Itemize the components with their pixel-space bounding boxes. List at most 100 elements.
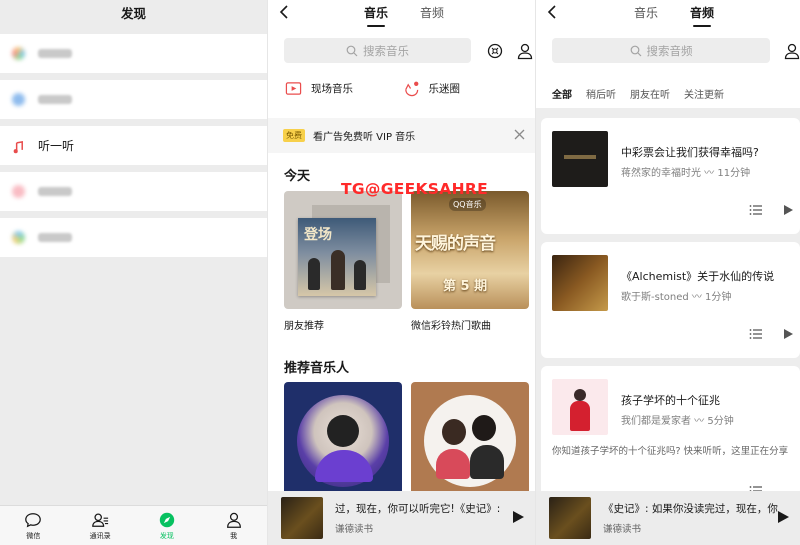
add-to-list-icon[interactable]: [749, 328, 763, 340]
filter-following[interactable]: 关注更新: [684, 86, 724, 101]
figure: [308, 258, 320, 290]
filter-later[interactable]: 稍后听: [586, 86, 616, 101]
discover-item-listen[interactable]: 听一听: [0, 126, 267, 165]
audio-item[interactable]: 中彩票会让我们获得幸福吗? 蒋然家的幸福时光 〰 11分钟: [541, 118, 800, 234]
discover-group-3: 听一听: [0, 126, 267, 165]
quick-links: 现场音乐 乐迷圈: [285, 80, 518, 97]
fan-circle-label: 乐迷圈: [428, 83, 461, 95]
tab-chats[interactable]: 微信: [0, 506, 67, 545]
search-placeholder: 搜索音频: [646, 43, 693, 58]
tab-label: 发现: [159, 531, 174, 540]
tab-me[interactable]: 我: [200, 506, 267, 545]
audio-item[interactable]: 孩子学坏的十个征兆 我们都是爱家者 〰 5分钟 你知道孩子学坏的十个征兆吗? 快…: [541, 366, 800, 496]
artist-avatar: [297, 395, 389, 487]
redacted-label: [38, 49, 72, 58]
artist-outfit: [436, 449, 470, 479]
live-music-label: 现场音乐: [311, 83, 353, 95]
cover-mark: [564, 155, 596, 159]
discover-group-5: [0, 218, 267, 257]
play-icon[interactable]: [782, 328, 794, 340]
audio-item[interactable]: 《Alchemist》关于水仙的传说 歌于斯-stoned 〰 1分钟: [541, 242, 800, 358]
cover-title: 登场: [304, 227, 332, 243]
tab-label: 通讯录: [89, 531, 111, 540]
add-to-list-icon[interactable]: [749, 204, 763, 216]
audio-description: 你知道孩子学坏的十个征兆吗? 快来听听，这里正在分享: [552, 446, 789, 457]
close-icon[interactable]: [513, 128, 526, 141]
profile-icon[interactable]: [783, 42, 800, 60]
artist-hair: [472, 415, 496, 441]
tab-audio[interactable]: 音频: [690, 4, 714, 27]
audio-tabs: 音乐 音频: [618, 4, 730, 27]
player-title: 过，现在，你可以听完它!《史记》:: [335, 503, 501, 515]
figure: [331, 250, 345, 290]
tab-label: 我: [230, 531, 238, 540]
moments-icon: [12, 47, 25, 60]
play-icon[interactable]: [511, 510, 525, 524]
player-subtitle: 谦德读书: [335, 524, 374, 535]
audio-title: 《Alchemist》关于水仙的传说: [621, 270, 775, 283]
artist-outfit: [470, 445, 504, 479]
cover-figure-body: [570, 401, 590, 431]
ringtone-hits-card[interactable]: QQ音乐 天赐的声音 第 5 期: [411, 191, 529, 309]
audio-title: 孩子学坏的十个征兆: [621, 394, 720, 407]
contacts-icon: [92, 513, 109, 527]
redacted-label: [38, 187, 72, 196]
tab-contacts[interactable]: 通讯录: [67, 506, 134, 545]
watermark: TG@GEEKSAHRE: [341, 180, 488, 198]
fan-circle-icon: [404, 81, 418, 97]
cover-episode: 第 5 期: [443, 279, 488, 294]
discover-item-channels[interactable]: [0, 80, 267, 119]
mini-player[interactable]: 过，现在，你可以听完它!《史记》: 谦德读书: [268, 491, 535, 545]
cover-title: 天赐的声音: [415, 234, 496, 254]
artist-hair: [442, 419, 466, 445]
discover-group-4: [0, 172, 267, 211]
artist-avatar: [424, 395, 516, 487]
player-info: 《史记》: 如果你没读完过，现在，你 谦德读书: [603, 501, 778, 535]
profile-icon[interactable]: [516, 42, 534, 60]
live-music-link[interactable]: 现场音乐: [285, 80, 401, 97]
discover-item-games[interactable]: [0, 218, 267, 257]
channels-icon: [12, 93, 25, 106]
tab-label: 微信: [26, 531, 41, 540]
fan-circle-link[interactable]: 乐迷圈: [403, 80, 519, 97]
vip-ad-banner[interactable]: 免费 看广告免费听 VIP 音乐: [268, 118, 535, 153]
discover-item-shake[interactable]: [0, 172, 267, 211]
redacted-label: [38, 233, 72, 242]
back-arrow-icon[interactable]: [277, 3, 291, 21]
filter-friends[interactable]: 朋友在听: [630, 86, 670, 101]
tab-audio[interactable]: 音频: [420, 4, 444, 24]
discover-panel: 发现 听一听 微信 通讯录 发现 我: [0, 0, 267, 545]
music-search-input[interactable]: 搜索音乐: [284, 38, 471, 63]
friend-recommend-card[interactable]: 登场: [284, 191, 402, 309]
discover-group-2: [0, 80, 267, 119]
player-thumbnail: [549, 497, 591, 539]
audio-search-input[interactable]: 搜索音频: [552, 38, 770, 63]
audio-filters: 全部 稍后听 朋友在听 关注更新: [552, 86, 738, 101]
artist-hair: [327, 415, 359, 447]
page-title: 发现: [120, 6, 146, 21]
tab-music[interactable]: 音乐: [364, 4, 388, 27]
discover-item-moments[interactable]: [0, 34, 267, 73]
play-icon[interactable]: [776, 510, 790, 524]
bottom-tabbar: 微信 通讯录 发现 我: [0, 505, 267, 545]
back-arrow-icon[interactable]: [545, 3, 559, 21]
audio-panel: 音乐 音频 搜索音频 全部 稍后听 朋友在听 关注更新 中彩票会让我们获得幸福吗…: [535, 0, 800, 545]
ad-text: 看广告免费听 VIP 音乐: [313, 132, 416, 143]
card-label: 微信彩铃热门歌曲: [411, 321, 491, 332]
filter-all[interactable]: 全部: [552, 86, 572, 101]
tab-music[interactable]: 音乐: [634, 4, 658, 24]
games-icon: [12, 231, 25, 244]
discover-group-1: [0, 34, 267, 73]
player-info: 过，现在，你可以听完它!《史记》: 谦德读书: [335, 501, 510, 535]
recognize-music-icon[interactable]: [486, 42, 504, 60]
live-video-icon: [285, 82, 302, 95]
music-note-icon: [12, 139, 25, 154]
artist-card-2[interactable]: [411, 382, 529, 500]
play-icon[interactable]: [782, 204, 794, 216]
mini-player[interactable]: 《史记》: 如果你没读完过，现在，你 谦德读书: [536, 491, 800, 545]
listen-label: 听一听: [38, 139, 75, 153]
player-thumbnail: [281, 497, 323, 539]
tab-discover[interactable]: 发现: [134, 506, 201, 545]
artist-card-1[interactable]: [284, 382, 402, 500]
search-placeholder: 搜索音乐: [363, 43, 409, 58]
